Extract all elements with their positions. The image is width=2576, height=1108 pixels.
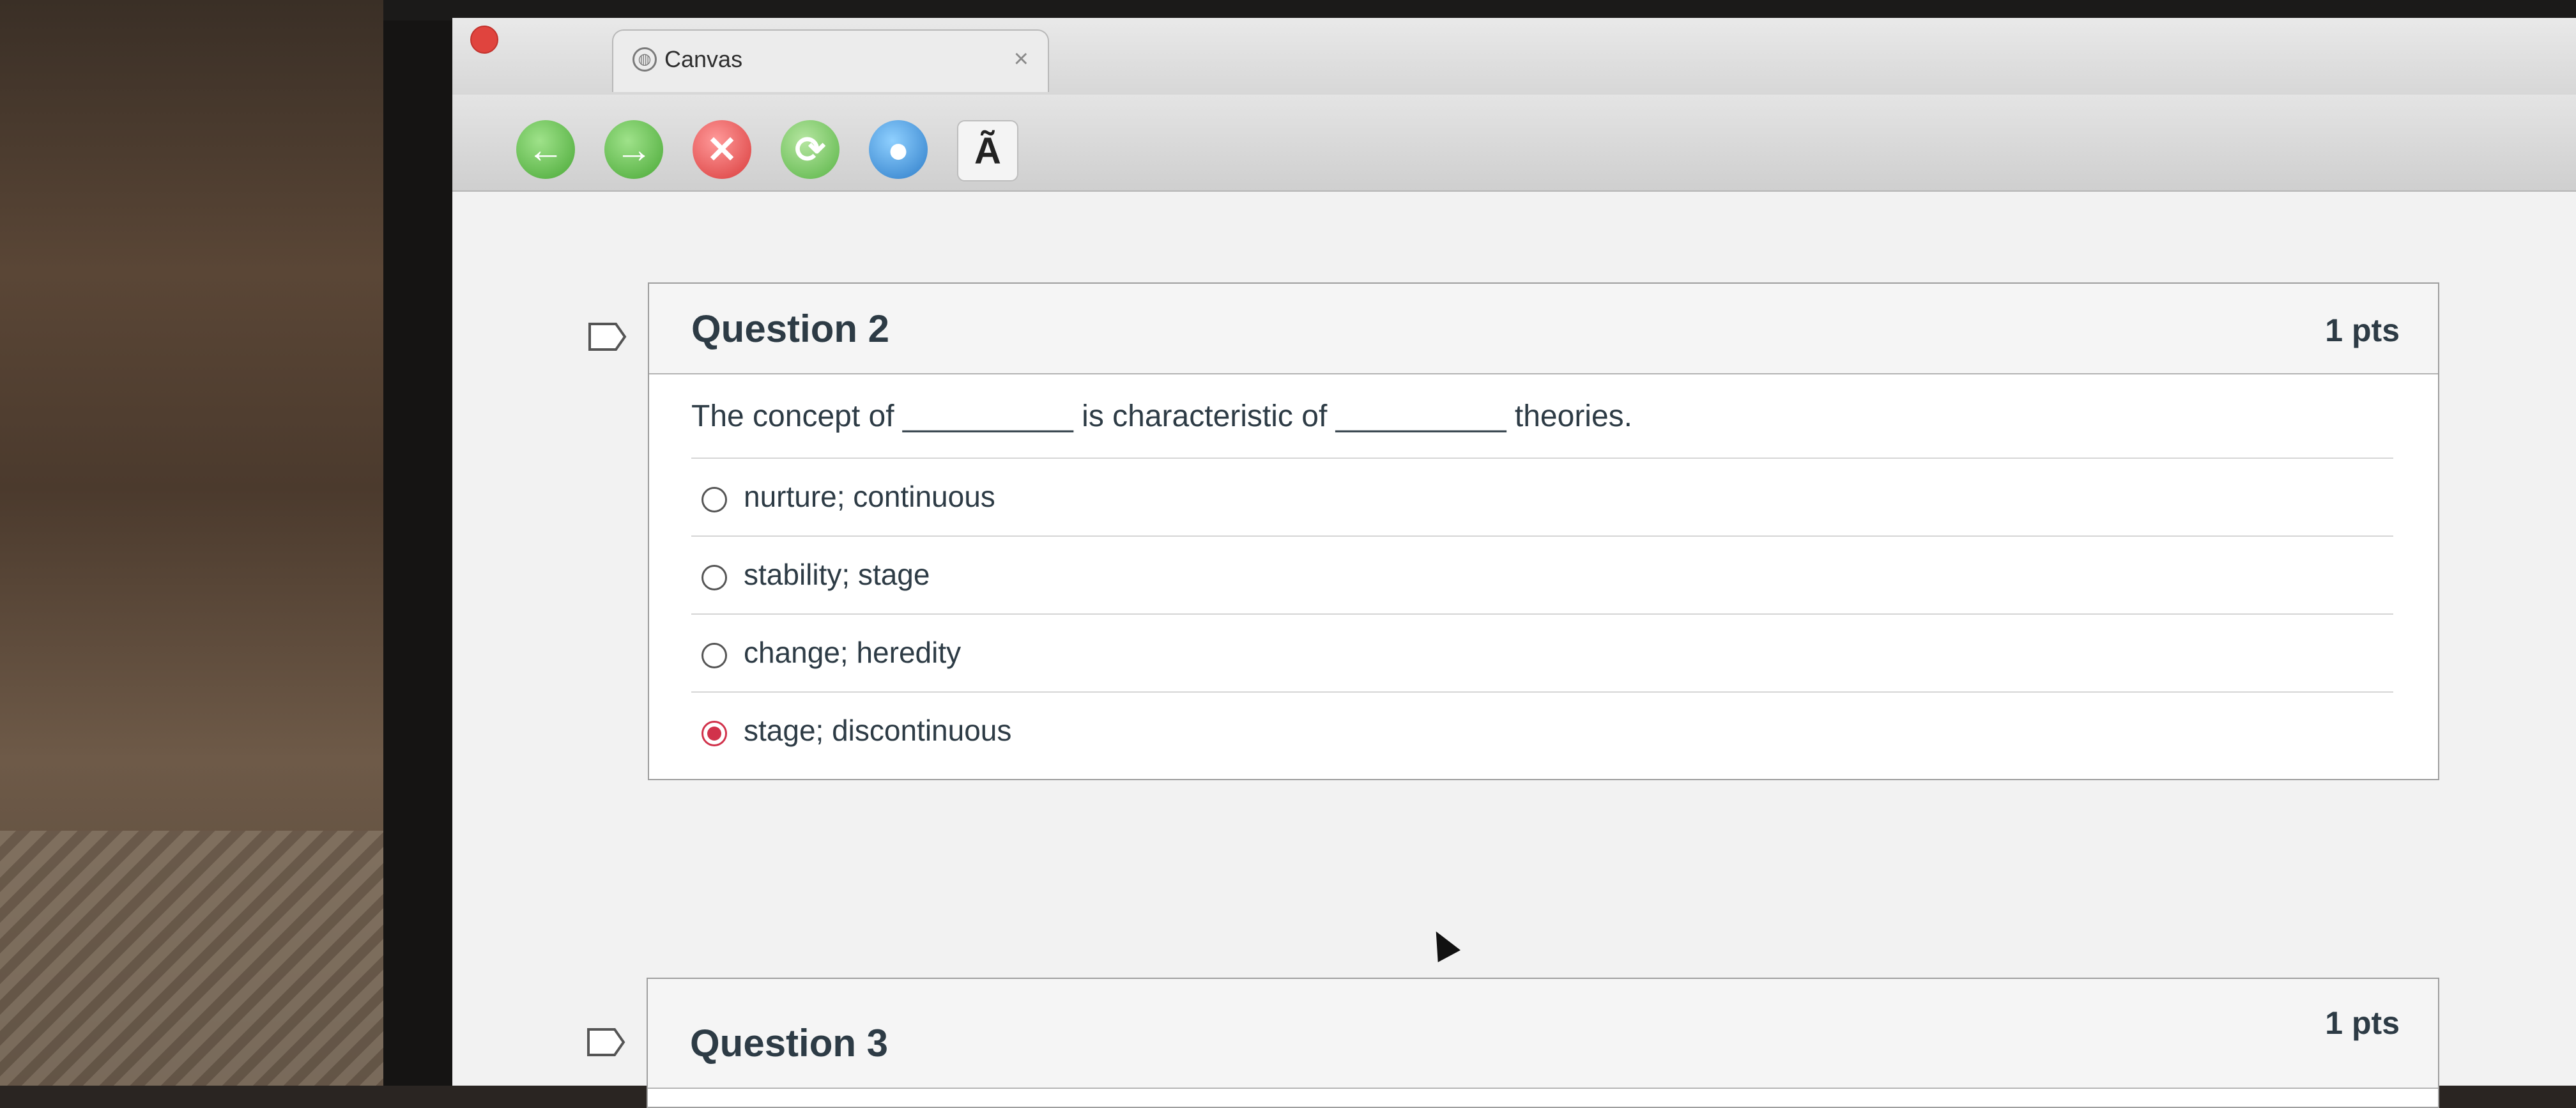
stop-icon[interactable]: ✕: [693, 120, 751, 179]
radio-button[interactable]: [702, 565, 727, 590]
divider: [691, 691, 2393, 693]
divider: [691, 458, 2393, 459]
browser-toolbar: ← → ✕ ⟳ ● Ã: [452, 95, 2576, 192]
reload-icon[interactable]: ⟳: [781, 120, 839, 179]
bookmark-flag-icon[interactable]: [588, 322, 627, 351]
monitor-bezel: [383, 0, 454, 1086]
question-header: Question 3 1 pts: [648, 979, 2438, 1089]
question-text: The concept of __________ is characteris…: [691, 399, 1632, 433]
answer-label[interactable]: nurture; continuous: [744, 479, 995, 514]
radio-button[interactable]: [702, 487, 727, 512]
back-arrow-icon[interactable]: ←: [516, 120, 575, 179]
question-points: 1 pts: [2325, 312, 2400, 348]
question-title: Question 3: [690, 1022, 889, 1065]
answer-label[interactable]: change; heredity: [744, 635, 961, 670]
question-points: 1 pts: [2325, 1005, 2400, 1041]
question-title: Question 2: [691, 307, 890, 350]
bookmark-flag-icon[interactable]: [586, 1027, 626, 1057]
page-content: Question 2 1 pts The concept of ________…: [452, 192, 2576, 1108]
globe-home-icon[interactable]: ●: [869, 120, 928, 179]
answer-option[interactable]: change; heredity: [691, 619, 2393, 695]
radio-button[interactable]: [702, 643, 727, 668]
answer-option[interactable]: nurture; continuous: [691, 463, 2393, 539]
window-close-button[interactable]: [470, 26, 498, 54]
title-bar: ◍ Canvas ×: [452, 18, 2576, 96]
answer-option[interactable]: stability; stage: [691, 541, 2393, 617]
answer-label[interactable]: stage; discontinuous: [744, 713, 1011, 748]
question-header: Question 2 1 pts: [649, 284, 2438, 374]
answer-option-selected[interactable]: stage; discontinuous: [691, 696, 2393, 773]
tab-close-icon[interactable]: ×: [1014, 45, 1029, 73]
globe-icon: ◍: [632, 47, 657, 72]
answer-label[interactable]: stability; stage: [744, 557, 930, 592]
divider: [691, 613, 2393, 615]
background-fabric: [0, 831, 396, 1086]
background-photo: [0, 0, 447, 1086]
tab-title: Canvas: [664, 46, 743, 72]
font-size-button[interactable]: Ã: [957, 120, 1018, 181]
forward-arrow-icon[interactable]: →: [604, 120, 663, 179]
question-card: Question 3 1 pts: [647, 978, 2439, 1108]
question-card: Question 2 1 pts The concept of ________…: [648, 282, 2439, 780]
browser-tab[interactable]: ◍ Canvas ×: [612, 29, 1049, 92]
browser-window: ◍ Canvas × ← → ✕ ⟳ ● Ã Question 2 1 pts …: [452, 18, 2576, 1108]
divider: [691, 535, 2393, 537]
radio-button-selected[interactable]: [702, 721, 727, 746]
